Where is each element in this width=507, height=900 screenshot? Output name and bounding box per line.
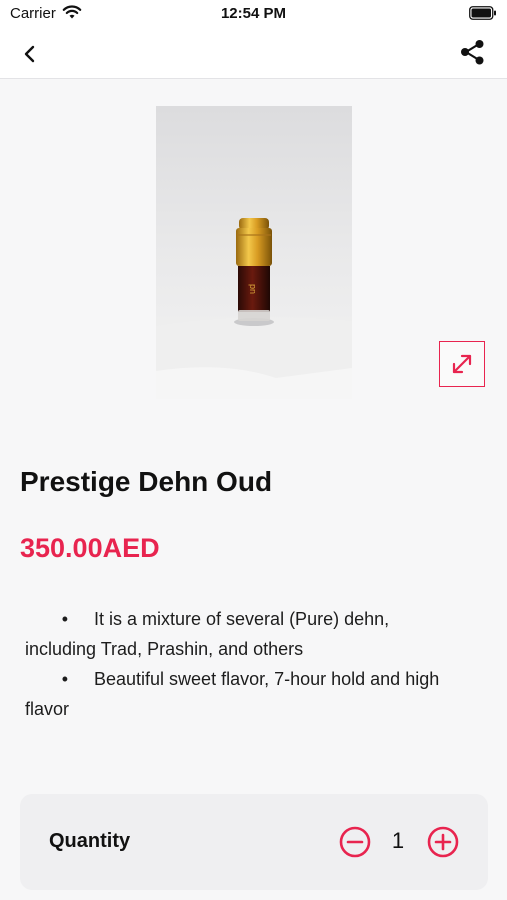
quantity-card: Quantity 1 [20,794,488,890]
description-continuation-line: flavor [25,694,495,724]
perfume-bottle-photo: ud [156,106,352,399]
quantity-value: 1 [391,828,405,853]
decrease-quantity-icon[interactable] [339,826,371,858]
product-image[interactable]: ud [156,106,352,399]
clock-time: 12:54 PM [220,5,287,22]
battery-icon [469,6,496,20]
share-icon[interactable] [459,38,487,68]
description-continuation-line: including Trad, Prashin, and others [25,634,495,664]
expand-image-button[interactable] [439,341,485,387]
description-text: It is a mixture of several (Pure) dehn, [94,609,390,629]
navigation-bar [0,30,507,79]
expand-icon [452,354,472,374]
quantity-label: Quantity [49,830,131,852]
product-description: • It is a mixture of several (Pure) dehn,… [25,604,495,724]
back-chevron-icon[interactable] [18,40,44,68]
description-bullet-line: • Beautiful sweet flavor, 7-hour hold and… [25,664,495,694]
bullet-icon: • [61,669,68,689]
increase-quantity-icon[interactable] [427,826,459,858]
bullet-icon: • [61,609,68,629]
description-bullet-line: • It is a mixture of several (Pure) dehn, [25,604,495,634]
product-title: Prestige Dehn Oud [20,466,273,497]
description-text: flavor [25,699,70,719]
description-text: Beautiful sweet flavor, 7-hour hold and … [94,669,440,689]
status-bar: Carrier 12:54 PM [0,0,507,30]
product-price: 350.00AED [20,533,160,563]
svg-text:ud: ud [247,284,257,294]
description-text: including Trad, Prashin, and others [25,639,304,659]
